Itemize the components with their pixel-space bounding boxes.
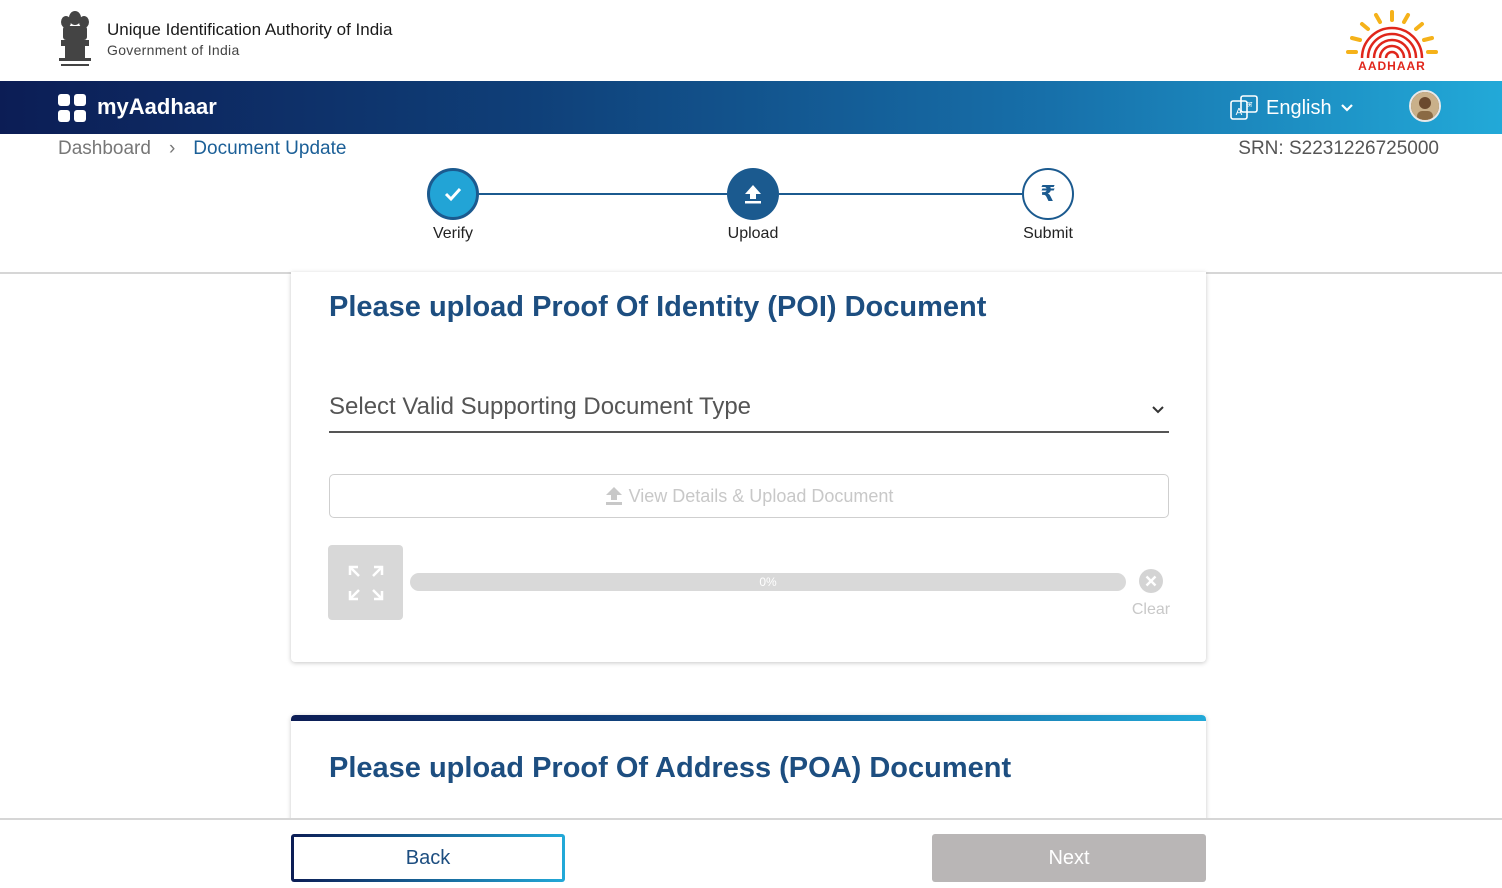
language-selector[interactable]: A अ English <box>1230 94 1354 122</box>
poi-card: Please upload Proof Of Identity (POI) Do… <box>291 272 1206 662</box>
upload-progress-bar: 0% <box>410 573 1126 591</box>
chevron-down-icon <box>1152 406 1164 414</box>
navbar: myAadhaar A अ English <box>0 81 1502 134</box>
breadcrumb-separator-icon: › <box>168 138 176 159</box>
poa-card-accent-bar <box>291 715 1206 721</box>
rupee-icon: ₹ <box>1040 181 1056 207</box>
upload-progress-text: 0% <box>759 575 777 589</box>
stepper-line-1 <box>479 193 727 195</box>
user-avatar[interactable] <box>1409 90 1441 122</box>
upload-button-label: View Details & Upload Document <box>628 485 894 506</box>
translate-icon: A अ <box>1230 95 1258 120</box>
avatar-image <box>1411 92 1439 120</box>
back-button[interactable]: Back <box>291 834 565 882</box>
poi-title: Please upload Proof Of Identity (POI) Do… <box>329 291 987 323</box>
breadcrumb: Dashboard › Document Update <box>58 138 346 160</box>
step-upload <box>727 168 779 220</box>
org-subtitle: Government of India <box>107 42 240 58</box>
document-type-select[interactable]: Select Valid Supporting Document Type <box>329 385 1169 433</box>
srn-number: SRN: S2231226725000 <box>1238 138 1439 159</box>
upload-icon <box>605 487 622 505</box>
expand-icon <box>348 565 383 600</box>
step-submit-label: Submit <box>1023 225 1073 242</box>
step-submit: ₹ <box>1022 168 1074 220</box>
footer-actions: Back Next <box>0 818 1502 888</box>
next-button[interactable]: Next <box>932 834 1206 882</box>
clear-label: Clear <box>1131 601 1171 618</box>
step-verify-label: Verify <box>432 225 473 242</box>
chevron-down-icon <box>1340 104 1353 112</box>
stepper-line-2 <box>779 193 1022 195</box>
check-icon <box>444 187 462 202</box>
upload-icon <box>745 185 761 204</box>
step-verify <box>427 168 479 220</box>
aadhaar-logo[interactable]: AADHAAR <box>1340 8 1444 74</box>
svg-text:अ: अ <box>1246 100 1253 109</box>
aadhaar-logo-text: AADHAAR <box>1358 59 1426 73</box>
document-type-placeholder: Select Valid Supporting Document Type <box>329 393 752 420</box>
breadcrumb-current: Document Update <box>193 138 347 159</box>
step-upload-label: Upload <box>727 225 779 242</box>
close-circle-icon <box>1139 569 1163 593</box>
org-name: Unique Identification Authority of India <box>107 20 393 39</box>
clear-button[interactable]: Clear <box>1129 568 1173 619</box>
breadcrumb-dashboard-link[interactable]: Dashboard <box>58 138 151 160</box>
top-header: Unique Identification Authority of India… <box>0 0 1502 81</box>
language-label: English <box>1266 96 1332 119</box>
brand-title[interactable]: myAadhaar <box>97 94 217 120</box>
ashoka-emblem-icon <box>59 11 91 66</box>
document-preview-thumbnail[interactable] <box>328 545 403 620</box>
poa-title: Please upload Proof Of Address (POA) Doc… <box>329 752 1012 784</box>
view-details-upload-button[interactable]: View Details & Upload Document <box>329 474 1169 518</box>
svg-text:A: A <box>1236 107 1243 118</box>
app-grid-icon[interactable] <box>57 93 87 123</box>
